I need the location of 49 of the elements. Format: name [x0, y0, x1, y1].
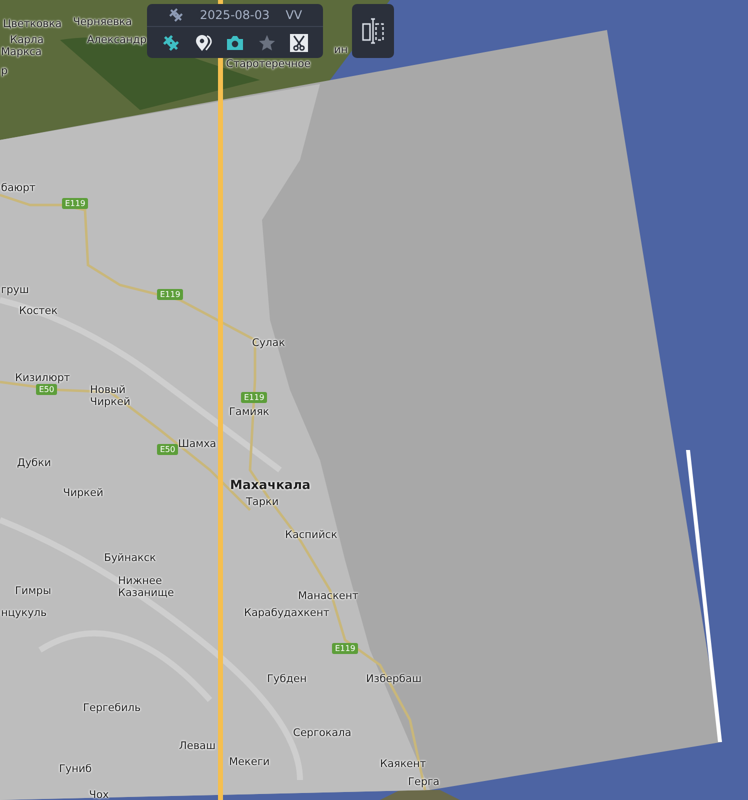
- place-label: Сулак: [251, 337, 286, 349]
- place-label: Махачкала: [230, 477, 310, 492]
- place-label: Гимры: [14, 585, 52, 597]
- place-label: нцукуль: [0, 607, 48, 619]
- place-label: Гуниб: [58, 763, 93, 775]
- place-label: Старотеречное: [225, 58, 312, 70]
- place-label: Чох: [88, 789, 110, 800]
- place-label: Нижнее Казанище: [117, 575, 175, 600]
- place-label: Каякент: [379, 758, 427, 770]
- date-label: 2025-08-03: [200, 8, 270, 22]
- place-label: Черняевка: [72, 16, 133, 28]
- split-compare-button[interactable]: [352, 4, 394, 58]
- place-label: Манаскент: [297, 590, 360, 602]
- place-label: Дубки: [16, 457, 52, 469]
- satellite-icon: [168, 7, 184, 23]
- place-label: Тарки: [245, 496, 280, 508]
- place-label: Александр: [86, 34, 148, 46]
- place-label: Гергебиль: [82, 702, 142, 714]
- place-label: Губден: [266, 673, 308, 685]
- place-label: Карла: [9, 34, 45, 46]
- place-label: Кизилюрт: [14, 372, 72, 384]
- place-label: Герга: [407, 776, 440, 788]
- place-label: Маркса: [0, 46, 43, 58]
- polarization-label: VV: [286, 8, 302, 22]
- road-shield: E119: [62, 198, 88, 209]
- place-label: баюрт: [0, 182, 37, 194]
- road-shield: E50: [36, 384, 58, 395]
- place-label: Буйнакск: [103, 552, 157, 564]
- place-label: Чиркей: [62, 487, 104, 499]
- place-label: Гамияк: [228, 406, 270, 418]
- place-label: Новый Чиркей: [89, 384, 132, 408]
- split-view-icon: [361, 16, 385, 46]
- road-shield: E50: [157, 444, 178, 455]
- place-label: груш: [0, 284, 30, 296]
- place-label: Цветковка: [2, 18, 63, 30]
- place-label: ин: [333, 44, 349, 56]
- place-label: Шамха: [177, 438, 218, 450]
- road-shield: E119: [332, 643, 358, 654]
- place-label: Мекеги: [228, 756, 271, 768]
- place-label: р: [0, 65, 9, 77]
- place-label: Сергокала: [292, 727, 352, 739]
- scissors-icon[interactable]: [288, 32, 310, 54]
- place-label: Каспийск: [284, 529, 338, 541]
- road-shield: E119: [157, 289, 184, 300]
- place-label: Костек: [18, 305, 59, 317]
- place-label: Избербаш: [365, 673, 423, 685]
- road-shield: E119: [241, 392, 268, 403]
- place-label: Карабудахкент: [243, 607, 330, 619]
- place-label: Леваш: [178, 740, 217, 752]
